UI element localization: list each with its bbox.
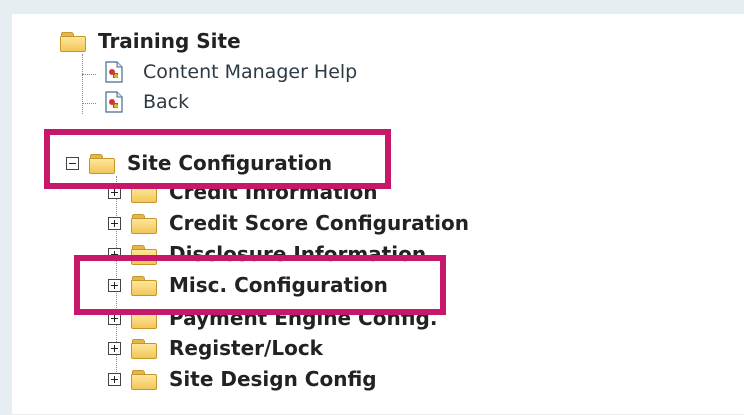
highlight-box-misc-configuration — [74, 255, 446, 315]
folder-icon — [60, 31, 86, 52]
tree-node-label: Credit Score Configuration — [169, 211, 469, 235]
tree-connector — [82, 54, 83, 114]
tree-node-credit-score-configuration[interactable]: Credit Score Configuration — [108, 210, 469, 236]
folder-icon — [131, 369, 157, 390]
tree-node-label: Register/Lock — [169, 336, 323, 360]
folder-icon — [131, 338, 157, 359]
tree-node-site-design-config[interactable]: Site Design Config — [108, 366, 377, 392]
tree-node-label: Site Design Config — [169, 367, 377, 391]
plus-box-icon[interactable] — [108, 341, 121, 355]
tree-connector — [82, 74, 96, 75]
tree-node-label: Back — [143, 91, 190, 113]
tree-link-content-manager-help[interactable]: Content Manager Help — [105, 59, 357, 85]
page-icon — [105, 61, 123, 83]
plus-box-icon[interactable] — [108, 372, 121, 386]
tree-link-back[interactable]: Back — [105, 89, 189, 115]
tree-node-label: Content Manager Help — [143, 61, 358, 83]
tree-node-register-lock[interactable]: Register/Lock — [108, 335, 323, 361]
tree-root-training-site[interactable]: Training Site — [60, 28, 241, 54]
tree-connector — [82, 103, 96, 104]
page-icon — [105, 91, 123, 113]
highlight-box-site-configuration — [44, 129, 391, 189]
tree-node-label: Training Site — [98, 29, 241, 53]
plus-box-icon[interactable] — [108, 216, 121, 230]
content-area — [572, 14, 744, 414]
folder-icon — [131, 213, 157, 234]
